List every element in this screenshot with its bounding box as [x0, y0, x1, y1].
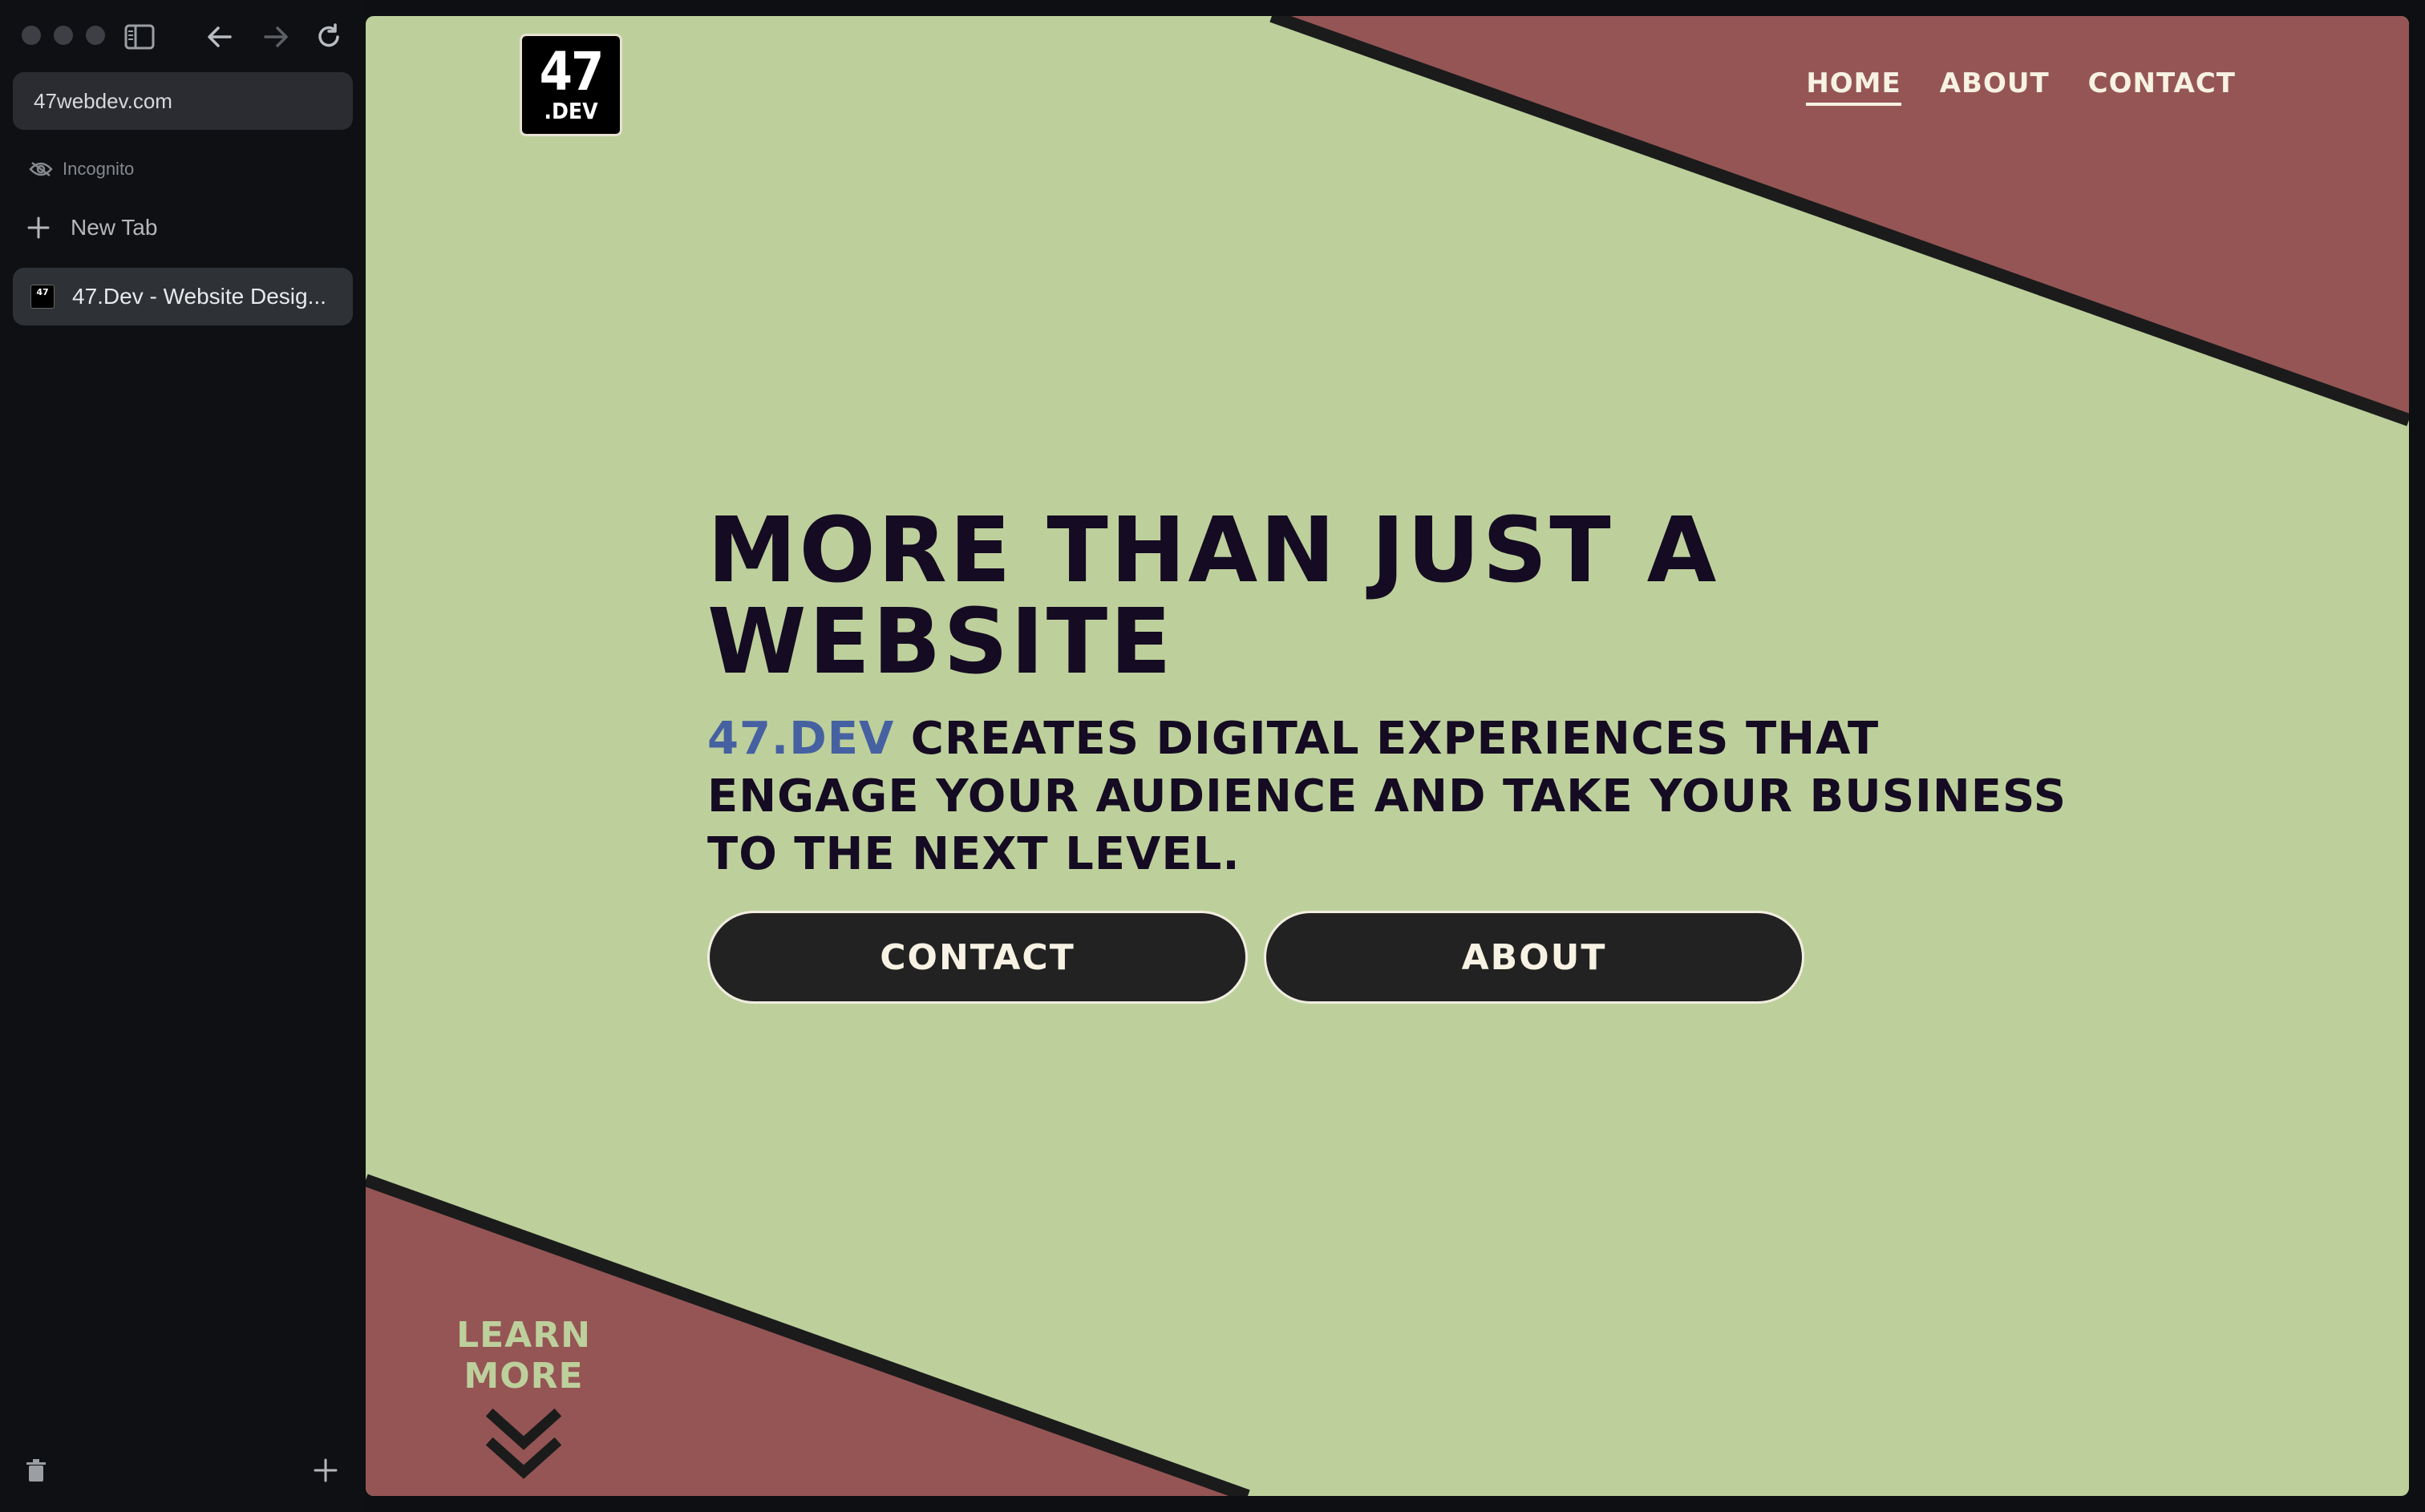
window-controls — [22, 26, 105, 45]
tab-title: 47.Dev - Website Desig... — [72, 284, 326, 309]
contact-button[interactable]: CONTACT — [707, 911, 1248, 1004]
about-button[interactable]: ABOUT — [1264, 911, 1804, 1004]
hero-subtitle-text: CREATES DIGITAL EXPERIENCES THAT ENGAGE … — [707, 713, 2067, 880]
back-arrow-icon[interactable] — [202, 19, 237, 55]
add-tab-icon[interactable] — [313, 1457, 338, 1486]
incognito-eye-icon — [29, 161, 53, 177]
zoom-window-button[interactable] — [86, 26, 105, 45]
reload-icon[interactable] — [311, 19, 346, 55]
hero-section: MORE THAN JUST A WEBSITE 47.DEV CREATES … — [707, 505, 2071, 883]
address-text: 47webdev.com — [34, 88, 172, 113]
logo-suffix: .DEV — [544, 98, 598, 124]
new-tab-label: New Tab — [71, 215, 158, 240]
hero-buttons: CONTACT ABOUT — [707, 911, 1804, 1004]
close-window-button[interactable] — [22, 26, 41, 45]
learn-more-link[interactable]: LEARN MORE — [391, 1315, 656, 1483]
minimize-window-button[interactable] — [54, 26, 73, 45]
tab-active[interactable]: 47 47.Dev - Website Desig... — [13, 268, 353, 325]
main-nav: HOME ABOUT CONTACT — [1806, 67, 2236, 106]
site-logo[interactable]: 47 .DEV — [520, 34, 622, 136]
hero-subtitle: 47.DEV CREATES DIGITAL EXPERIENCES THAT … — [707, 710, 2071, 883]
tab-favicon: 47 — [30, 285, 55, 309]
browser-window: 47webdev.com Incognito New Tab 47 47.Dev… — [0, 0, 2425, 1512]
web-page: 47 .DEV HOME ABOUT CONTACT MORE THAN JUS… — [366, 16, 2409, 1496]
plus-icon — [27, 216, 50, 239]
hero-title: MORE THAN JUST A WEBSITE — [707, 499, 1719, 694]
logo-number: 47 — [539, 41, 605, 103]
trash-icon[interactable] — [24, 1457, 48, 1486]
nav-link-about[interactable]: ABOUT — [1940, 67, 2050, 106]
chevron-double-down-icon — [485, 1408, 562, 1479]
nav-link-home[interactable]: HOME — [1806, 67, 1901, 106]
nav-link-contact[interactable]: CONTACT — [2088, 67, 2236, 106]
browser-sidebar: 47webdev.com Incognito New Tab 47 47.Dev… — [0, 0, 366, 1512]
incognito-indicator: Incognito — [29, 159, 134, 180]
hero-brand-name: 47.DEV — [707, 713, 895, 765]
learn-more-label: LEARN MORE — [456, 1315, 591, 1397]
incognito-label: Incognito — [63, 159, 135, 179]
forward-arrow-icon[interactable] — [258, 19, 294, 55]
sidebar-toggle-icon[interactable] — [122, 19, 157, 55]
address-bar[interactable]: 47webdev.com — [13, 72, 353, 130]
new-tab-button[interactable]: New Tab — [27, 215, 157, 241]
